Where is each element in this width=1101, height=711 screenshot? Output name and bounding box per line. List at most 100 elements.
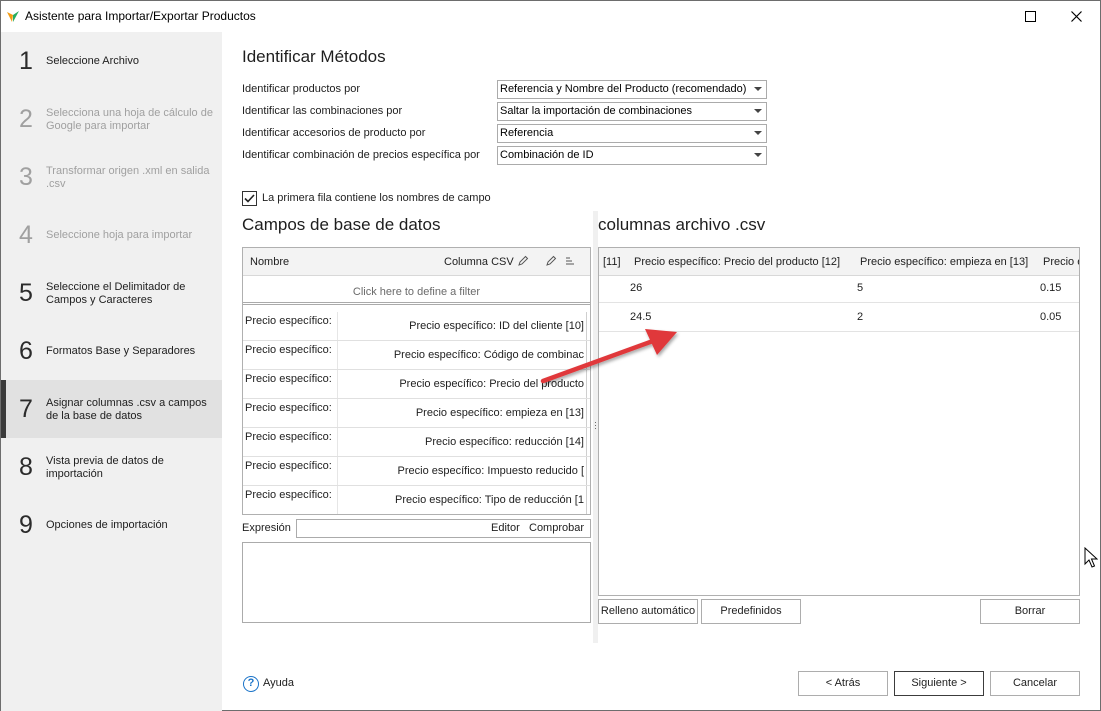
step-5-delimiter[interactable]: 5 Seleccione el Delimitador de Campos y …	[1, 264, 222, 322]
maximize-button[interactable]	[1007, 1, 1053, 32]
checkmark-icon	[244, 194, 255, 203]
csv-column-cell[interactable]: Precio específico: Impuesto reducido [	[337, 457, 587, 485]
csv-column-cell[interactable]: Precio específico: Tipo de reducción [1	[337, 486, 587, 514]
first-row-header-label: La primera fila contiene los nombres de …	[262, 192, 491, 204]
field-name-cell: Precio específico:	[245, 373, 332, 385]
table-row[interactable]: Precio específico: Precio específico: Ti…	[243, 486, 590, 514]
table-cell: 2	[857, 311, 864, 323]
csv-column-cell[interactable]: Precio específico: reducción [14]	[337, 428, 587, 456]
column-header[interactable]: [11]	[603, 256, 621, 268]
chevron-down-icon	[754, 131, 762, 135]
step-label: Asignar columnas .csv a campos de la bas…	[46, 397, 207, 422]
identify-combinations-select[interactable]: Saltar la importación de combinaciones	[497, 102, 767, 121]
window-title: Asistente para Importar/Exportar Product…	[25, 9, 256, 23]
step-number: 1	[19, 47, 33, 75]
csv-grid-header: [11] Precio específico: Precio del produ…	[599, 248, 1079, 276]
table-row[interactable]: Precio específico: Precio específico: re…	[243, 428, 590, 457]
step-number: 3	[19, 163, 33, 191]
close-icon	[1070, 11, 1082, 22]
field-name-cell: Precio específico:	[245, 315, 332, 327]
identify-accessories-label: Identificar accesorios de producto por	[242, 127, 426, 139]
pencil-icon[interactable]	[517, 255, 529, 267]
step-number: 5	[19, 279, 33, 307]
autofill-button[interactable]: Relleno automático	[598, 599, 698, 624]
step-label: Seleccione Archivo	[46, 55, 139, 67]
table-row[interactable]: Precio específico: Precio específico: Im…	[243, 457, 590, 486]
select-value: Saltar la importación de combinaciones	[500, 105, 692, 117]
check-link[interactable]: Comprobar	[529, 522, 584, 534]
expression-label: Expresión	[242, 522, 291, 534]
table-cell: 0.05	[1040, 311, 1062, 323]
identify-specific-price-select[interactable]: Combinación de ID	[497, 146, 767, 165]
table-row[interactable]: Precio específico: Precio específico: em…	[243, 399, 590, 428]
step-number: 7	[19, 395, 33, 423]
field-name-cell: Precio específico:	[245, 431, 332, 443]
db-fields-heading: Campos de base de datos	[242, 215, 441, 234]
help-link[interactable]: Ayuda	[263, 677, 294, 689]
step-8-preview[interactable]: 8 Vista previa de datos de importación	[1, 438, 222, 496]
chevron-down-icon	[754, 87, 762, 91]
title-bar: Asistente para Importar/Exportar Product…	[1, 1, 1100, 32]
field-name-cell: Precio específico:	[245, 460, 332, 472]
column-header-name[interactable]: Nombre	[250, 256, 289, 268]
next-button[interactable]: Siguiente >	[894, 671, 984, 696]
maximize-icon	[1024, 11, 1036, 22]
select-value: Referencia y Nombre del Producto (recome…	[500, 83, 747, 95]
methods-heading: Identificar Métodos	[242, 47, 386, 66]
step-6-formats[interactable]: 6 Formatos Base y Separadores	[1, 322, 222, 380]
cancel-button[interactable]: Cancelar	[990, 671, 1080, 696]
step-number: 8	[19, 453, 33, 481]
step-number: 4	[19, 221, 33, 249]
step-label: Opciones de importación	[46, 519, 168, 531]
clear-button[interactable]: Borrar	[980, 599, 1080, 624]
field-name-cell: Precio específico:	[245, 402, 332, 414]
wizard-steps-sidebar: 1 Seleccione Archivo 2 Selecciona una ho…	[1, 32, 222, 711]
identify-products-select[interactable]: Referencia y Nombre del Producto (recome…	[497, 80, 767, 99]
first-row-header-checkbox[interactable]	[242, 191, 257, 206]
step-7-assign-columns[interactable]: 7 Asignar columnas .csv a campos de la b…	[1, 380, 222, 438]
presets-button[interactable]: Predefinidos	[701, 599, 801, 624]
filter-row[interactable]: Click here to define a filter	[243, 277, 590, 305]
csv-columns-heading: columnas archivo .csv	[598, 215, 766, 234]
step-number: 9	[19, 511, 33, 539]
step-label: Seleccione el Delimitador de Campos y Ca…	[46, 281, 186, 306]
step-label: Formatos Base y Separadores	[46, 345, 196, 357]
expression-input[interactable]: Editor Comprobar	[296, 519, 591, 538]
identify-combinations-label: Identificar las combinaciones por	[242, 105, 403, 117]
pencil-icon[interactable]	[545, 255, 557, 267]
column-header[interactable]: Precio e	[1043, 256, 1079, 268]
expression-textarea[interactable]	[242, 542, 591, 623]
mouse-cursor-icon	[1084, 547, 1098, 568]
csv-columns-grid: [11] Precio específico: Precio del produ…	[598, 247, 1080, 596]
step-label: Transformar origen .xml en salida .csv	[46, 165, 210, 190]
editor-link[interactable]: Editor	[491, 522, 520, 534]
db-grid-header: Nombre Columna CSV	[243, 248, 590, 276]
step-number: 6	[19, 337, 33, 365]
annotation-arrow-icon	[540, 329, 677, 384]
splitter-grip-icon: · · ·	[594, 417, 597, 433]
back-button[interactable]: < Atrás	[798, 671, 888, 696]
close-button[interactable]	[1053, 1, 1099, 32]
step-label: Selecciona una hoja de cálculo de Google…	[46, 107, 213, 132]
step-label: Seleccione hoja para importar	[46, 229, 193, 241]
sort-icon[interactable]	[564, 255, 576, 267]
identify-accessories-select[interactable]: Referencia	[497, 124, 767, 143]
field-name-cell: Precio específico:	[245, 489, 332, 501]
column-header[interactable]: Precio específico: Precio del producto […	[634, 256, 840, 268]
help-icon[interactable]: ?	[243, 676, 259, 692]
step-3-transform-xml: 3 Transformar origen .xml en salida .csv	[1, 148, 222, 206]
step-label: Vista previa de datos de importación	[46, 455, 164, 480]
table-row[interactable]: 26 5 0.15	[599, 274, 1079, 303]
step-9-import-options[interactable]: 9 Opciones de importación	[1, 496, 222, 554]
column-header[interactable]: Precio específico: empieza en [13]	[860, 256, 1028, 268]
step-number: 2	[19, 105, 33, 133]
table-cell: 5	[857, 282, 864, 294]
identify-specific-price-label: Identificar combinación de precios espec…	[242, 149, 480, 161]
field-name-cell: Precio específico:	[245, 344, 332, 356]
step-4-select-sheet: 4 Seleccione hoja para importar	[1, 206, 222, 264]
select-value: Combinación de ID	[500, 149, 594, 161]
app-logo-icon	[7, 11, 19, 22]
csv-column-cell[interactable]: Precio específico: empieza en [13]	[337, 399, 587, 427]
column-header-csv[interactable]: Columna CSV	[444, 256, 514, 268]
step-1-select-file[interactable]: 1 Seleccione Archivo	[1, 32, 222, 90]
